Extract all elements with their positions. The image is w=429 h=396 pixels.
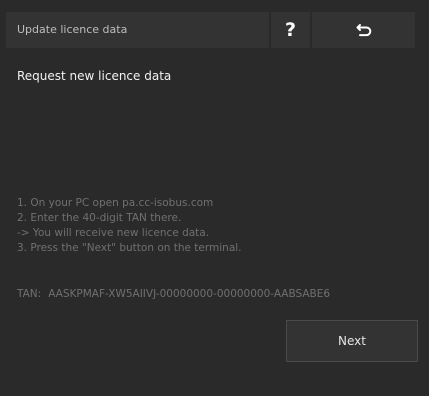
help-button[interactable]: ? — [271, 12, 310, 48]
next-button[interactable]: Next — [286, 320, 418, 362]
tan-line: TAN: AASKPMAF-XW5AIIVJ-00000000-00000000-… — [17, 288, 330, 300]
section-heading: Request new licence data — [17, 69, 172, 83]
instruction-step: 2. Enter the 40-digit TAN there. — [17, 212, 182, 224]
licence-update-screen: Update licence data ? Request new licenc… — [0, 0, 429, 396]
instruction-step: 1. On your PC open pa.cc-isobus.com — [17, 197, 214, 209]
page-title: Update licence data — [6, 12, 269, 48]
tan-value: AASKPMAF-XW5AIIVJ-00000000-00000000-AABS… — [48, 288, 331, 300]
tan-label: TAN: — [17, 288, 42, 300]
return-arrow-icon — [356, 24, 371, 37]
instruction-step: 3. Press the "Next" button on the termin… — [17, 242, 242, 254]
back-button[interactable] — [312, 12, 415, 48]
instruction-step: -> You will receive new licence data. — [17, 227, 210, 239]
header-bar: Update licence data ? — [6, 12, 415, 48]
instructions-list: 1. On your PC open pa.cc-isobus.com 2. E… — [17, 196, 242, 256]
